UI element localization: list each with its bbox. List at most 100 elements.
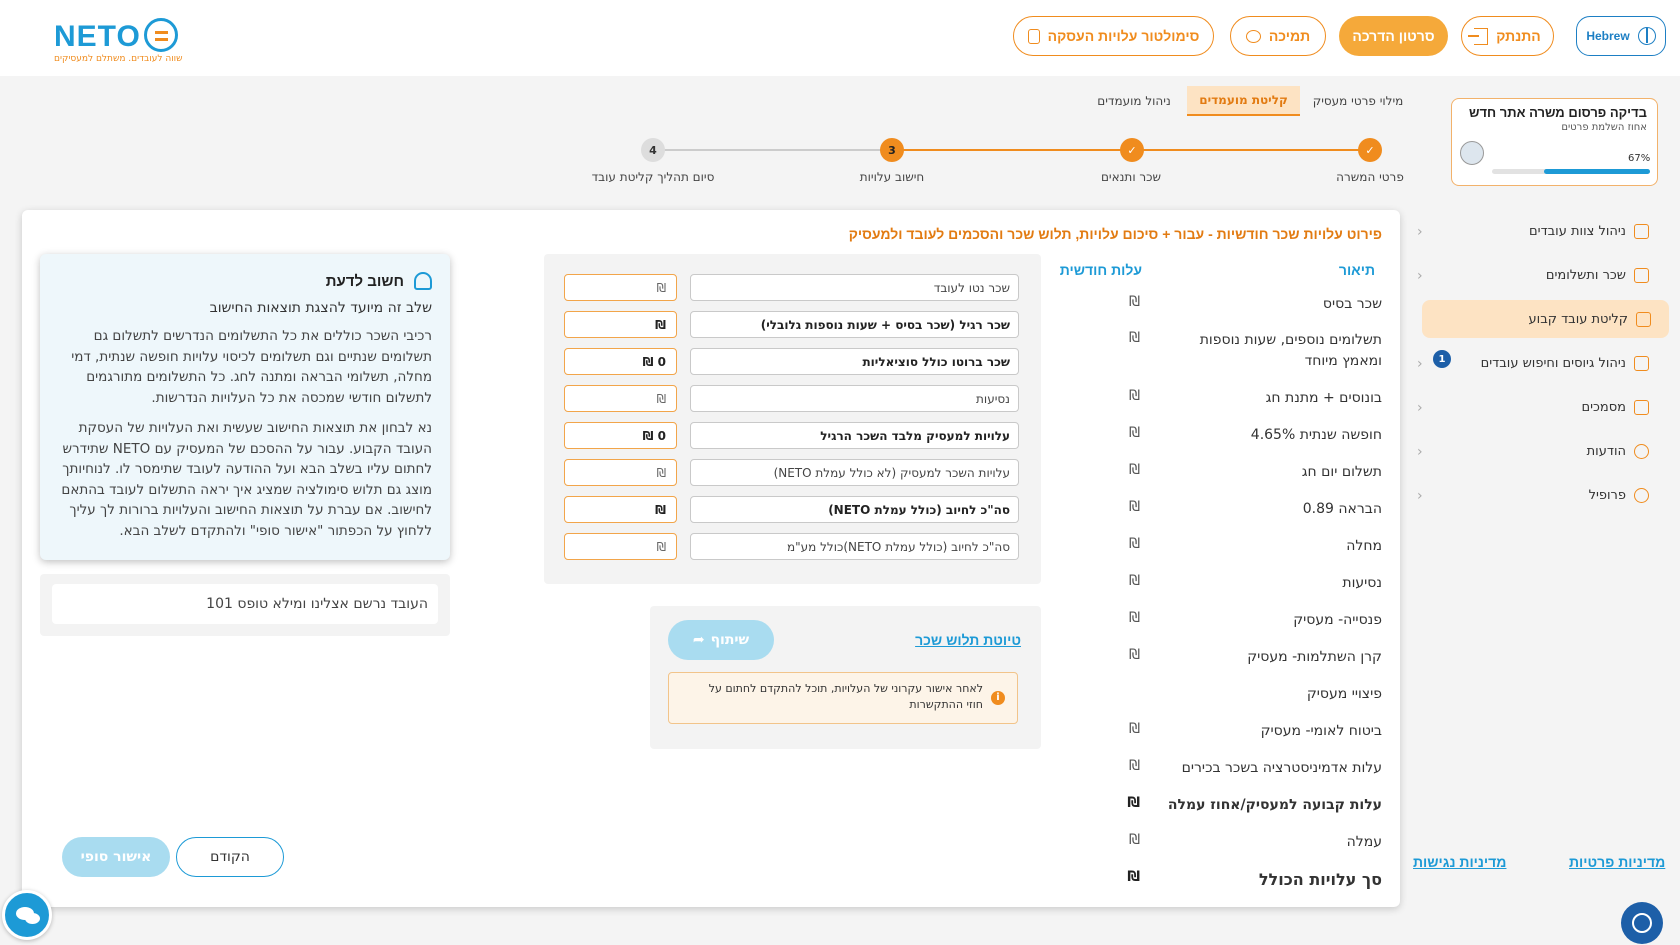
step-4-circle: 4 (641, 138, 665, 162)
sidebar-item-label: פרופיל (1588, 487, 1626, 503)
language-selector[interactable]: Hebrew (1576, 16, 1666, 56)
progress-card-subtitle: אחוז השלמת פרטים (1561, 122, 1647, 133)
form-101-status-text: העובד נרשם אצלינו ומילא טופס 101 (52, 584, 438, 624)
cost-row-label: קרן השתלמות- מעסיק (1247, 649, 1382, 665)
info-paragraph-2: נא לבחון את תוצאות החישוב שעשית ואת העלו… (61, 420, 432, 539)
globe-icon (1637, 27, 1656, 45)
cost-row-label: חופשה שנתית 4.65% (1250, 427, 1382, 443)
logout-button[interactable]: התנתק (1461, 16, 1554, 56)
sidebar-item-profile[interactable]: פרופיל ‹ (1417, 476, 1667, 514)
sidebar-item-messages[interactable]: הודעות ‹ (1417, 432, 1667, 470)
cost-row-label: הבראה 0.89 (1302, 501, 1382, 517)
summary-label: שכר נטו לעובד (690, 274, 1019, 301)
sidebar-item-team[interactable]: ניהול צוות עובדים ‹ (1417, 212, 1667, 250)
accessibility-icon[interactable] (1621, 902, 1663, 944)
logo-mark-icon (144, 18, 178, 52)
draft-payslip-link[interactable]: טיוטת תלוש שכר (915, 632, 1021, 648)
description-column-header: תיאור (1338, 262, 1375, 278)
tab-candidate-intake[interactable]: קליטת מועמדים (1187, 86, 1300, 116)
avatar (1460, 141, 1484, 165)
share-button[interactable]: שיתוף ➦ (668, 620, 774, 660)
privacy-policy-link[interactable]: מדיניות פרטיות (1569, 854, 1665, 870)
important-info-card: חשוב לדעת שלב זה מיועד להצגת תוצאות החיש… (40, 254, 450, 560)
tab-candidate-management[interactable]: ניהול מועמדים (1093, 86, 1175, 116)
summary-amount: 0 ₪ (564, 348, 677, 375)
sidebar-item-payroll[interactable]: שכר ותשלומים ‹ (1417, 256, 1667, 294)
summary-row: ₪ נסיעות (564, 385, 1019, 412)
cost-row-label: תשלום יום חג (1301, 464, 1382, 480)
summary-label: נסיעות (690, 385, 1019, 412)
sidebar-item-recruitment[interactable]: ניהול גיוסים וחיפוש עובדים 1 ‹ (1417, 344, 1667, 382)
cost-row-value: ₪ (1129, 330, 1140, 346)
cost-row-label: שכר בסיס (1322, 296, 1382, 312)
share-button-label: שיתוף (710, 632, 750, 648)
simulator-button-label: סימולטור עלויות העסקה (1047, 28, 1200, 44)
cost-row-value: ₪ (1129, 388, 1140, 404)
user-icon (1634, 487, 1649, 503)
panel-title: פירוט עלויות שכר חודשיות - עבור + סיכום … (848, 226, 1382, 242)
sidebar-item-label: מסמכים (1581, 399, 1626, 415)
summary-label: עלויות למעסיק מלבד השכר הרגיל (690, 422, 1019, 449)
cost-row-admin-cost: עלות אדמיניסטרציה בשכר בכירים ₪ (962, 758, 1382, 779)
step-1-label: פרטי המשרה (1336, 170, 1404, 184)
previous-button[interactable]: הקודם (176, 837, 284, 877)
profile-progress-card[interactable]: בדיקה פרסום משרה אתר חדש אחוז השלמת פרטי… (1451, 98, 1658, 186)
sidebar-item-onboard-employee[interactable]: קליטת עובד קבוע (1422, 300, 1669, 338)
sidebar-item-label: ניהול גיוסים וחיפוש עובדים (1480, 355, 1626, 371)
briefcase-icon (1636, 311, 1651, 327)
summary-row: ₪ שכר נטו לעובד (564, 274, 1019, 301)
chevron-left-icon: ‹ (1417, 488, 1423, 504)
cost-row-commission: עמלה ₪ (962, 832, 1382, 853)
contract-notice: i לאחר אישור עקרוני של העלויות, תוכל להת… (668, 672, 1018, 724)
info-card-subtitle: שלב זה מיועד להצגת תוצאות החישוב (209, 300, 432, 316)
progress-bar (1492, 169, 1650, 174)
tab-employer-details[interactable]: מילוי פרטי מעסיק (1306, 86, 1410, 116)
cost-row-value: ₪ (1129, 499, 1140, 515)
tutorial-video-button[interactable]: סרטון הדרכה (1339, 16, 1448, 56)
summary-row: ₪ עלויות השכר למעסיק (לא כולל עמלת NETO) (564, 459, 1019, 486)
sidebar-item-label: הודעות (1586, 443, 1626, 459)
cost-row-total: סך עלויות הכולל ₪ (962, 869, 1382, 890)
summary-amount: ₪ (564, 385, 677, 412)
chevron-left-icon: ‹ (1417, 224, 1423, 240)
cost-row-value: ₪ (1129, 832, 1140, 848)
cost-row-value: ₪ (1129, 758, 1140, 774)
language-label: Hebrew (1586, 29, 1630, 43)
summary-amount: ₪ (564, 496, 677, 523)
share-arrow-icon: ➦ (692, 632, 705, 648)
grid-icon (1634, 355, 1649, 371)
salary-summary-box: ₪ שכר נטו לעובד ₪ שכר רגיל (שכר בסיס + ש… (544, 254, 1041, 584)
progress-percent: 67% (1628, 153, 1651, 164)
summary-label: שכר ברוטו כולל סוציאליות (690, 348, 1019, 375)
sidebar-item-label: ניהול צוות עובדים (1529, 223, 1626, 239)
cost-row-label: נסיעות (1342, 575, 1382, 591)
tutorial-button-label: סרטון הדרכה (1352, 28, 1435, 44)
cost-row-value: ₪ (1129, 721, 1140, 737)
cost-row-fixed-cost: עלות קבועה למעסיק/אחוז עמלה ₪ (962, 795, 1382, 816)
final-approval-button[interactable]: אישור סופי (62, 837, 170, 877)
cost-row-value: ₪ (1129, 610, 1140, 626)
cost-row-label: ביטוח לאומי- מעסיק (1260, 723, 1382, 739)
support-button-label: תמיכה (1268, 28, 1311, 44)
live-chat-icon[interactable] (2, 890, 52, 940)
cost-row-label: עלות אדמיניסטרציה בשכר בכירים (1181, 760, 1382, 776)
cost-row-label: תשלומים נוספים, שעות נוספות ומאמץ מיוחד (1199, 332, 1382, 369)
sidebar-item-documents[interactable]: מסמכים ‹ (1417, 388, 1667, 426)
support-button[interactable]: תמיכה (1230, 16, 1326, 56)
cost-row-label: בונוסים + מתנת חג (1265, 390, 1382, 406)
summary-label: שכר רגיל (שכר בסיס + שעות נוספות גלובלי) (690, 311, 1019, 338)
accessibility-policy-link[interactable]: מדיניות נגישות (1413, 854, 1506, 870)
neto-logo[interactable]: NETO שווה לעובדים. משתלם למעסיקים (54, 16, 184, 66)
step-3-label: חישוב עלויות (859, 170, 925, 184)
chevron-left-icon: ‹ (1417, 356, 1423, 372)
logo-tagline: שווה לעובדים. משתלם למעסיקים (54, 54, 183, 64)
summary-row: ₪ שכר רגיל (שכר בסיס + שעות נוספות גלובל… (564, 311, 1019, 338)
cost-row-label: עמלה (1346, 834, 1382, 850)
summary-amount: ₪ (564, 274, 677, 301)
cost-row-label: סך עלויות הכולל (1258, 870, 1382, 889)
cost-row-value: ₪ (1129, 536, 1140, 552)
summary-row: 0 ₪ עלויות למעסיק מלבד השכר הרגיל (564, 422, 1019, 449)
info-icon: i (991, 691, 1005, 705)
cost-simulator-button[interactable]: סימולטור עלויות העסקה (1013, 16, 1214, 56)
summary-amount: 0 ₪ (564, 422, 677, 449)
